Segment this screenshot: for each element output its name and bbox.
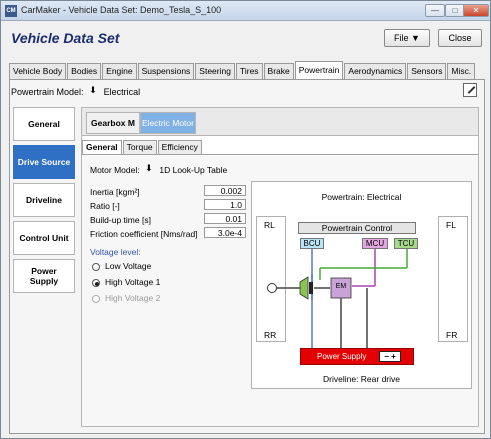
file-menu-button[interactable]: File ▼ bbox=[384, 29, 430, 47]
sidebar-item-drive-source[interactable]: Drive Source bbox=[13, 145, 75, 179]
radio-high-voltage-2: High Voltage 2 bbox=[92, 293, 160, 303]
tab-suspensions[interactable]: Suspensions bbox=[137, 63, 195, 79]
subtab-gearbox[interactable]: Gearbox M bbox=[86, 112, 140, 134]
driveline-caption: Driveline: Rear drive bbox=[323, 374, 400, 384]
power-supply-label: Power Supply bbox=[317, 352, 367, 361]
subtab-electric-motor[interactable]: Electric Motor bbox=[140, 112, 196, 134]
radio-selected-icon bbox=[92, 278, 100, 287]
bcu-box: BCU bbox=[300, 238, 324, 249]
download-icon[interactable] bbox=[89, 86, 98, 97]
motor-model-value: 1D Look-Up Table bbox=[159, 165, 228, 175]
sidebar-item-general[interactable]: General bbox=[13, 107, 75, 141]
motor-general-panel: Motor Model: 1D Look-Up Table Inertia [k… bbox=[82, 154, 478, 426]
powertrain-model-value: Electrical bbox=[103, 87, 141, 97]
tab-bodies[interactable]: Bodies bbox=[67, 63, 102, 79]
voltage-level-label: Voltage level: bbox=[90, 247, 141, 257]
param-input[interactable]: 3.0e-4 bbox=[204, 227, 246, 238]
powertrain-model-row: Powertrain Model: Electrical bbox=[11, 86, 141, 97]
vehicle-tabs: Vehicle Body Bodies Engine Suspensions S… bbox=[9, 61, 476, 79]
sidebar-item-driveline[interactable]: Driveline bbox=[13, 183, 75, 217]
tab-efficiency[interactable]: Efficiency bbox=[157, 140, 202, 154]
carmaker-window: CM CarMaker - Vehicle Data Set: Demo_Tes… bbox=[0, 0, 491, 439]
download-icon[interactable] bbox=[145, 164, 154, 175]
param-label: Friction coefficient [Nms/rad] bbox=[90, 229, 198, 239]
radio-circle-icon bbox=[92, 262, 100, 271]
param-input[interactable]: 1.0 bbox=[204, 199, 246, 210]
tab-misc[interactable]: Misc. bbox=[447, 63, 476, 79]
motor-em-label: EM bbox=[335, 283, 347, 290]
motor-model-row: Motor Model: 1D Look-Up Table bbox=[90, 164, 228, 175]
tab-sensors[interactable]: Sensors bbox=[407, 63, 447, 79]
sidebar-item-control-unit[interactable]: Control Unit bbox=[13, 221, 75, 255]
battery-icon: − + bbox=[379, 351, 401, 362]
param-label: Ratio [-] bbox=[90, 201, 120, 211]
mcu-box: MCU bbox=[362, 238, 388, 249]
sidebar: General Drive Source Driveline Control U… bbox=[13, 107, 75, 297]
tab-steering[interactable]: Steering bbox=[195, 63, 235, 79]
app-icon: CM bbox=[5, 5, 17, 17]
power-supply-box: Power Supply − + bbox=[300, 348, 414, 365]
tab-vehicle-body[interactable]: Vehicle Body bbox=[9, 63, 67, 79]
param-input[interactable]: 0.01 bbox=[204, 213, 246, 224]
radio-low-voltage[interactable]: Low Voltage bbox=[92, 261, 151, 271]
drive-source-content: Gearbox M Electric Motor General Torque … bbox=[81, 107, 479, 427]
tab-aerodynamics[interactable]: Aerodynamics bbox=[344, 63, 407, 79]
tcu-box: TCU bbox=[394, 238, 418, 249]
radio-circle-icon bbox=[92, 294, 100, 303]
radio-label: Low Voltage bbox=[105, 261, 152, 271]
powertrain-diagram: Powertrain: Electrical RL FL RR FR Power… bbox=[251, 181, 472, 389]
page-title: Vehicle Data Set bbox=[11, 30, 120, 46]
tab-torque[interactable]: Torque bbox=[122, 140, 157, 154]
motor-model-label: Motor Model: bbox=[90, 165, 140, 175]
radio-label: High Voltage 1 bbox=[105, 277, 161, 287]
powertrain-model-label: Powertrain Model: bbox=[11, 87, 84, 97]
tab-general[interactable]: General bbox=[82, 140, 122, 154]
param-input[interactable]: 0.002 bbox=[204, 185, 246, 196]
edit-icon[interactable] bbox=[463, 83, 477, 97]
tab-tires[interactable]: Tires bbox=[235, 63, 263, 79]
minimize-icon[interactable]: — bbox=[425, 4, 445, 17]
close-icon[interactable]: ✕ bbox=[463, 4, 489, 17]
tab-engine[interactable]: Engine bbox=[102, 63, 137, 79]
param-label: Inertia [kgm²] bbox=[90, 187, 140, 197]
header: Vehicle Data Set File ▼ Close bbox=[1, 22, 490, 54]
param-label: Build-up time [s] bbox=[90, 215, 151, 225]
maximize-icon[interactable]: □ bbox=[445, 4, 465, 17]
motor-tabs: General Torque Efficiency bbox=[82, 140, 203, 154]
close-button[interactable]: Close bbox=[438, 29, 482, 47]
radio-label: High Voltage 2 bbox=[105, 293, 161, 303]
sidebar-item-power-supply[interactable]: Power Supply bbox=[13, 259, 75, 293]
window-title: CarMaker - Vehicle Data Set: Demo_Tesla_… bbox=[21, 5, 222, 15]
drive-source-subtabs: Gearbox M Electric Motor bbox=[82, 108, 478, 136]
powertrain-control-box: Powertrain Control bbox=[298, 222, 416, 234]
tab-powertrain[interactable]: Powertrain bbox=[294, 61, 344, 79]
tab-brake[interactable]: Brake bbox=[263, 63, 294, 79]
radio-high-voltage-1[interactable]: High Voltage 1 bbox=[92, 277, 160, 287]
title-bar: CM CarMaker - Vehicle Data Set: Demo_Tes… bbox=[1, 1, 490, 21]
